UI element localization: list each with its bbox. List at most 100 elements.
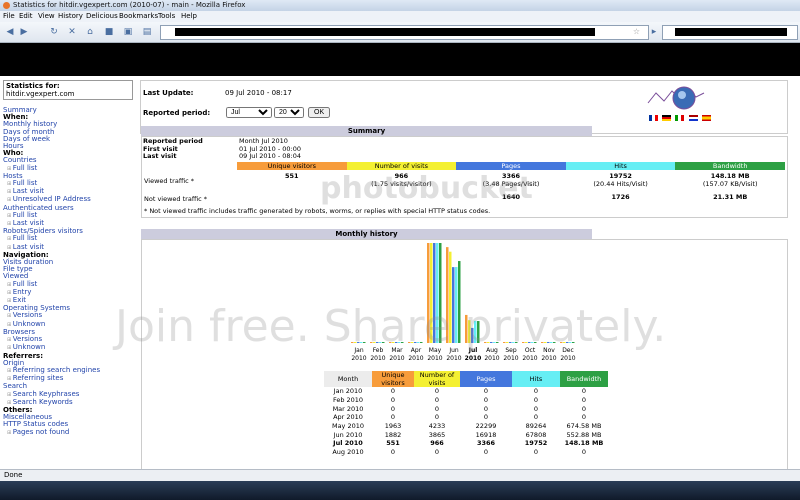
watermark-logo: photobucket (320, 171, 533, 206)
x-tick-year: 2010 (560, 355, 575, 362)
sidebar-link[interactable]: Search Keyphrases (7, 390, 79, 398)
x-tick-year: 2010 (446, 355, 461, 362)
sidebar-link[interactable]: Last visit (7, 219, 44, 227)
table-cell: Mar 2010 (332, 404, 364, 413)
forward-icon[interactable]: ▶ (18, 26, 30, 38)
flag-icon[interactable] (649, 115, 658, 121)
reload-icon[interactable]: ↻ (48, 26, 60, 38)
url-bar[interactable]: ☆ (160, 25, 649, 40)
sidebar-link[interactable]: Pages not found (7, 428, 69, 436)
watermark-text: Join free. Share privately. (115, 301, 667, 352)
menu-delicious[interactable]: Delicious (86, 12, 118, 20)
sidebar-link[interactable]: Last visit (7, 187, 44, 195)
table-cell: 0 (483, 396, 489, 405)
footnote: * Not viewed traffic includes traffic ge… (144, 207, 491, 215)
monthly-table: Month Unique visitors Number of visits P… (324, 371, 608, 457)
tag-icon[interactable]: ▤ (141, 26, 153, 38)
table-cell: 16918 (475, 430, 497, 439)
menu-help[interactable]: Help (181, 12, 197, 20)
table-cell: 0 (434, 448, 440, 457)
redacted-bookmarks-area (0, 43, 800, 76)
sidebar-link[interactable]: Full list (7, 211, 37, 219)
table-cell: 0 (483, 413, 489, 422)
menu-history[interactable]: History (58, 12, 83, 20)
table-row: Jun 2010 1882 3865 16918 67808 552.88 MB (324, 430, 608, 439)
go-icon[interactable]: ▸ (648, 26, 660, 38)
flag-icon[interactable] (662, 115, 672, 121)
flag-icon[interactable] (701, 115, 711, 121)
sidebar-link[interactable]: Entry (7, 288, 31, 296)
sidebar-link[interactable]: Versions (7, 311, 42, 319)
search-bar[interactable] (662, 25, 798, 40)
table-cell: 0 (533, 448, 539, 457)
summary-info: Reported period First visit Last visit (143, 137, 203, 161)
last-update-value: 09 Jul 2010 - 08:17 (225, 89, 292, 97)
status-bar: Done (0, 469, 800, 481)
table-cell: 0 (390, 404, 396, 413)
col-hits: Hits (565, 162, 676, 170)
x-tick-year: 2010 (465, 355, 482, 362)
mh-col-hits: Hits (512, 371, 560, 387)
viewed-hits-sub: (20.44 Hits/Visit) (593, 180, 648, 188)
viewed-bandwidth: 148.18 MB (710, 172, 750, 180)
navigation-toolbar: ◀ ▶ ↻ ✕ ⌂ ■ ▣ ▤ ☆ ▸ (0, 22, 800, 43)
table-cell: Feb 2010 (332, 396, 364, 405)
flag-icon[interactable] (688, 115, 698, 121)
table-cell: 148.18 MB (564, 439, 604, 448)
monthly-history-title: Monthly history (141, 229, 592, 239)
menu-view[interactable]: View (38, 12, 55, 20)
status-text: Done (4, 471, 23, 479)
col-pages: Pages (456, 162, 566, 170)
bookmark-icon[interactable]: ■ (103, 26, 115, 38)
sidebar-link[interactable]: Full list (7, 179, 37, 187)
menu-bookmarks[interactable]: Bookmarks (119, 12, 158, 20)
table-cell: 0 (483, 448, 489, 457)
table-cell: 0 (483, 404, 489, 413)
month-select[interactable]: Jul (226, 107, 272, 118)
sidebar-link[interactable]: Exit (7, 296, 26, 304)
table-cell: 0 (581, 404, 587, 413)
menu-tools[interactable]: Tools (158, 12, 175, 20)
sidebar-link[interactable]: Unresolved IP Address (7, 195, 91, 203)
sidebar-link[interactable]: Full list (7, 280, 37, 288)
table-row: Feb 2010 0 0 0 0 0 (324, 396, 608, 405)
sidebar-link[interactable]: Last visit (7, 243, 44, 251)
table-row: Apr 2010 0 0 0 0 0 (324, 413, 608, 422)
screen-icon[interactable]: ▣ (122, 26, 134, 38)
sidebar-link[interactable]: Referring sites (7, 374, 63, 382)
sidebar-link[interactable]: Full list (7, 164, 37, 172)
back-icon[interactable]: ◀ (4, 26, 16, 38)
table-cell: 0 (581, 413, 587, 422)
table-cell: 0 (581, 396, 587, 405)
table-cell: 22299 (475, 422, 497, 431)
language-flags (649, 115, 711, 123)
sidebar-link[interactable]: Search Keywords (7, 398, 73, 406)
sidebar-link[interactable]: Unknown (7, 320, 45, 328)
flag-icon[interactable] (675, 115, 685, 121)
ok-button[interactable]: OK (308, 107, 331, 118)
sidebar-link[interactable]: Referring search engines (7, 366, 100, 374)
firefox-icon (3, 2, 10, 9)
stats-for-label: Statistics for: (6, 82, 60, 90)
table-cell: 3865 (428, 430, 446, 439)
summary-last: 09 Jul 2010 - 08:04 (239, 152, 301, 160)
mh-col-month: Month (324, 371, 372, 387)
last-update-label: Last Update: (143, 89, 194, 97)
star-icon[interactable]: ☆ (633, 27, 640, 36)
menu-file[interactable]: File (3, 12, 15, 20)
menu-edit[interactable]: Edit (19, 12, 33, 20)
stop-icon[interactable]: ✕ (66, 26, 78, 38)
home-icon[interactable]: ⌂ (84, 26, 96, 38)
sidebar-link[interactable]: Unknown (7, 343, 45, 351)
sidebar-link[interactable]: Versions (7, 335, 42, 343)
table-cell: 89264 (525, 422, 547, 431)
notviewed-hits: 1726 (611, 193, 630, 201)
sidebar-link[interactable]: Full list (7, 234, 37, 242)
table-row: Mar 2010 0 0 0 0 0 (324, 404, 608, 413)
year-select[interactable]: 2010 (274, 107, 304, 118)
os-taskbar (0, 481, 800, 500)
viewed-hits: 19752 (609, 172, 632, 180)
table-cell: Jul 2010 (333, 439, 363, 448)
table-cell: 0 (434, 387, 440, 396)
table-row: Jul 2010 551 966 3366 19752 148.18 MB (324, 439, 608, 448)
